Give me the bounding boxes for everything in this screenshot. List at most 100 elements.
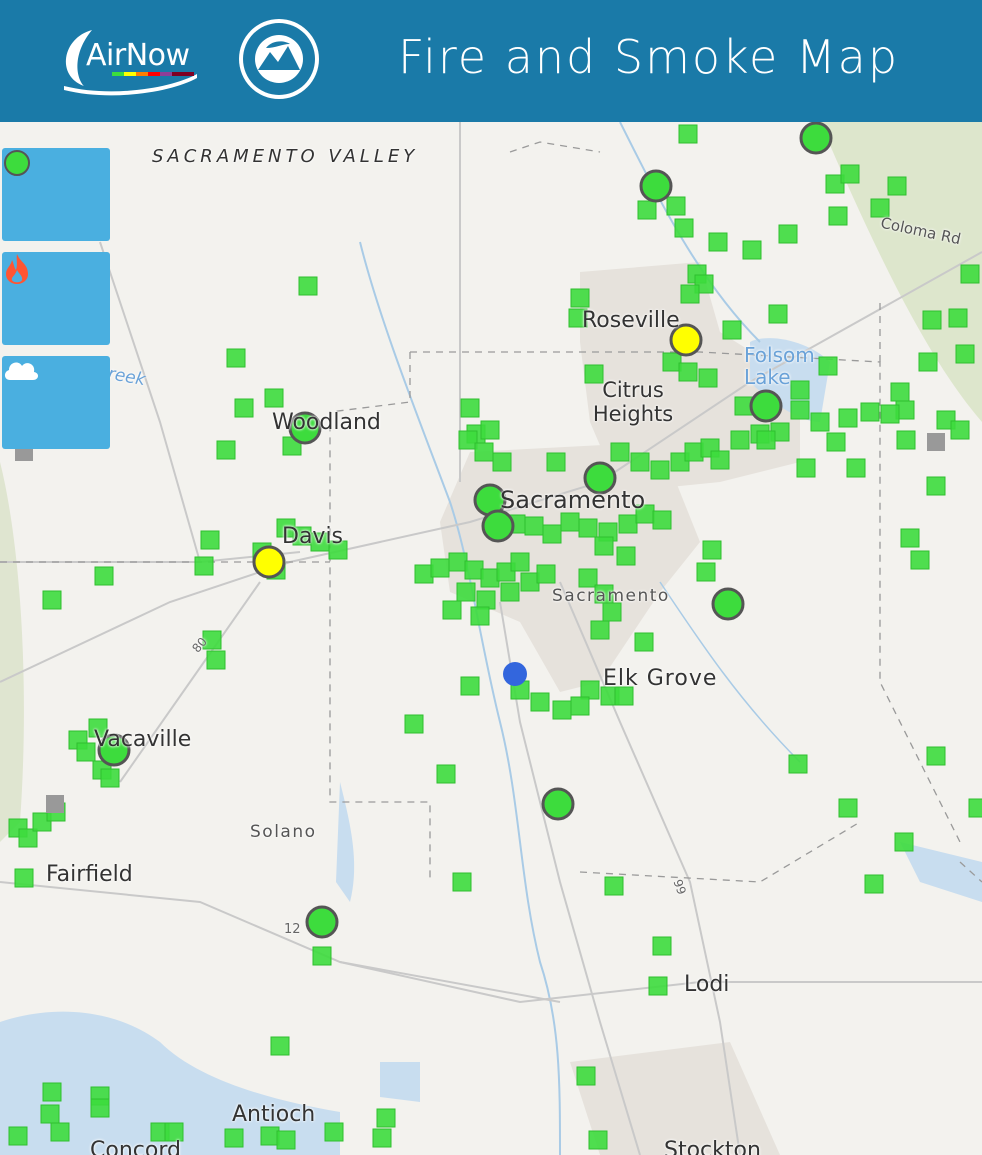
- sensor-marker[interactable]: [474, 442, 494, 462]
- sensor-marker[interactable]: [200, 530, 220, 550]
- monitor-marker[interactable]: [252, 545, 286, 579]
- sensor-marker[interactable]: [652, 936, 672, 956]
- sensor-marker[interactable]: [456, 582, 476, 602]
- sensor-marker[interactable]: [480, 420, 500, 440]
- sensor-marker[interactable]: [968, 798, 982, 818]
- sensor-marker[interactable]: [650, 460, 670, 480]
- sensor-marker[interactable]: [768, 304, 788, 324]
- monitors-toggle-button[interactable]: [2, 148, 110, 241]
- sensor-marker[interactable]: [224, 1128, 244, 1148]
- sensor-marker[interactable]: [460, 398, 480, 418]
- sensor-marker[interactable]: [796, 458, 816, 478]
- sensor-marker[interactable]: [458, 430, 478, 450]
- sensor-marker[interactable]: [955, 344, 975, 364]
- sensor-marker[interactable]: [826, 432, 846, 452]
- monitor-marker[interactable]: [305, 905, 339, 939]
- sensor-marker[interactable]: [742, 240, 762, 260]
- sensor-marker[interactable]: [604, 876, 624, 896]
- sensor-marker[interactable]: [542, 524, 562, 544]
- sensor-marker[interactable]: [500, 582, 520, 602]
- sensor-marker[interactable]: [864, 874, 884, 894]
- sensor-marker[interactable]: [618, 514, 638, 534]
- sensor-marker[interactable]: [838, 408, 858, 428]
- sensor-marker[interactable]: [922, 310, 942, 330]
- monitor-marker[interactable]: [711, 587, 745, 621]
- sensor-marker[interactable]: [216, 440, 236, 460]
- sensor-marker-unavailable[interactable]: [927, 433, 945, 451]
- sensor-marker[interactable]: [376, 1108, 396, 1128]
- sensor-marker[interactable]: [492, 452, 512, 472]
- sensor-marker[interactable]: [722, 320, 742, 340]
- sensor-marker[interactable]: [90, 1098, 110, 1118]
- sensor-marker[interactable]: [524, 516, 544, 536]
- sensor-marker[interactable]: [436, 764, 456, 784]
- sensor-marker[interactable]: [552, 700, 572, 720]
- sensor-marker[interactable]: [840, 164, 860, 184]
- sensor-marker[interactable]: [570, 288, 590, 308]
- sensor-marker[interactable]: [838, 798, 858, 818]
- sensor-marker[interactable]: [710, 450, 730, 470]
- sensor-marker[interactable]: [926, 476, 946, 496]
- sensor-marker[interactable]: [206, 650, 226, 670]
- sensor-marker-unavailable[interactable]: [46, 795, 64, 813]
- sensor-marker[interactable]: [194, 556, 214, 576]
- map-view[interactable]: SACRAMENTO VALLEY Roseville Folsom Lake …: [0, 122, 982, 1155]
- sensor-marker[interactable]: [910, 550, 930, 570]
- sensor-marker[interactable]: [18, 828, 38, 848]
- sensor-marker[interactable]: [578, 568, 598, 588]
- sensor-marker[interactable]: [698, 368, 718, 388]
- sensor-marker[interactable]: [662, 352, 682, 372]
- sensor-marker[interactable]: [460, 676, 480, 696]
- sensor-marker[interactable]: [588, 1130, 608, 1150]
- sensor-marker[interactable]: [950, 420, 970, 440]
- sensor-marker[interactable]: [788, 754, 808, 774]
- sensor-marker[interactable]: [442, 600, 462, 620]
- sensor-marker[interactable]: [580, 680, 600, 700]
- monitor-marker[interactable]: [799, 122, 833, 155]
- sensor-marker[interactable]: [42, 1082, 62, 1102]
- sensor-marker[interactable]: [896, 430, 916, 450]
- sensor-marker[interactable]: [810, 412, 830, 432]
- sensor-marker[interactable]: [610, 442, 630, 462]
- blue-site-marker[interactable]: [503, 662, 527, 686]
- sensor-marker[interactable]: [100, 768, 120, 788]
- sensor-marker[interactable]: [570, 696, 590, 716]
- sensor-marker[interactable]: [260, 1126, 280, 1146]
- sensor-marker[interactable]: [560, 512, 580, 532]
- sensor-marker[interactable]: [696, 562, 716, 582]
- monitor-marker[interactable]: [481, 509, 515, 543]
- sensor-marker[interactable]: [860, 402, 880, 422]
- sensor-marker[interactable]: [234, 398, 254, 418]
- sensor-marker[interactable]: [890, 382, 910, 402]
- sensor-marker[interactable]: [887, 176, 907, 196]
- sensor-marker[interactable]: [476, 590, 496, 610]
- sensor-marker[interactable]: [680, 284, 700, 304]
- sensor-marker[interactable]: [414, 564, 434, 584]
- sensor-marker[interactable]: [702, 540, 722, 560]
- sensor-marker[interactable]: [616, 546, 636, 566]
- sensor-marker[interactable]: [960, 264, 980, 284]
- sensor-marker[interactable]: [900, 528, 920, 548]
- sensor-marker[interactable]: [880, 404, 900, 424]
- sensor-marker[interactable]: [76, 742, 96, 762]
- sensor-marker[interactable]: [546, 452, 566, 472]
- sensor-marker[interactable]: [576, 1066, 596, 1086]
- sensor-marker[interactable]: [42, 590, 62, 610]
- sensor-marker[interactable]: [648, 976, 668, 996]
- sensor-marker[interactable]: [14, 868, 34, 888]
- sensor-marker[interactable]: [8, 1126, 28, 1146]
- sensor-marker[interactable]: [918, 352, 938, 372]
- sensor-marker[interactable]: [730, 430, 750, 450]
- sensor-marker[interactable]: [94, 566, 114, 586]
- sensor-marker[interactable]: [536, 564, 556, 584]
- sensor-marker[interactable]: [630, 452, 650, 472]
- sensor-marker[interactable]: [448, 552, 468, 572]
- sensor-marker[interactable]: [790, 400, 810, 420]
- sensor-marker[interactable]: [846, 458, 866, 478]
- sensor-marker[interactable]: [926, 746, 946, 766]
- sensor-marker[interactable]: [40, 1104, 60, 1124]
- sensor-marker[interactable]: [226, 348, 246, 368]
- sensor-marker[interactable]: [708, 232, 728, 252]
- sensor-marker[interactable]: [894, 832, 914, 852]
- sensor-marker[interactable]: [948, 308, 968, 328]
